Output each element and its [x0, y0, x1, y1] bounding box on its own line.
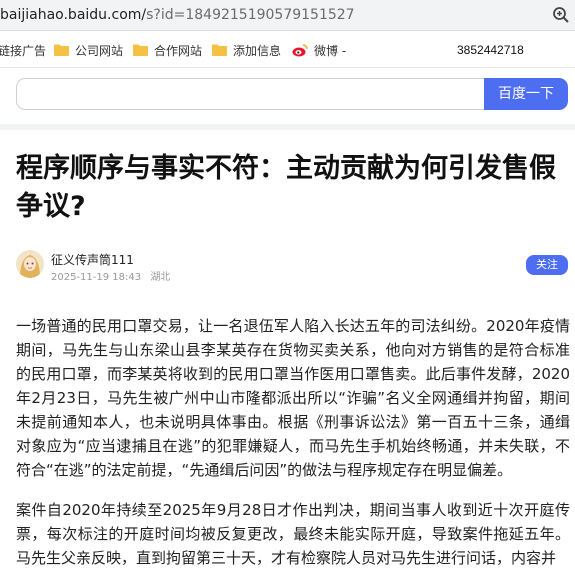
search-button[interactable]: 百度一下	[484, 78, 568, 110]
bookmark-item-add-info[interactable]: 添加信息	[212, 41, 281, 59]
bookmark-item-weibo[interactable]: 微博 -	[292, 41, 346, 59]
weibo-icon	[292, 44, 308, 57]
divider	[0, 124, 575, 130]
bookmarks-bar: 链接广告 公司网站 合作网站 添加信息 微博 - 3852442718	[0, 31, 575, 68]
article-paragraph: 一场普通的民用口罩交易，让一名退伍军人陷入长达五年的司法纠纷。2020年疫情期间…	[16, 317, 570, 479]
bookmark-label: 添加信息	[233, 43, 282, 58]
bookmark-label: 微博 -	[314, 43, 347, 58]
url-text[interactable]: baijiahao.baidu.com/s?id=184921519057915…	[0, 6, 355, 24]
article-meta: 2025-11-19 18:43 湖北	[51, 268, 176, 283]
bookmark-label: 公司网站	[75, 43, 124, 58]
url-path: s?id=1849215190579151527	[146, 7, 355, 23]
article-paragraph: 案件自2020年持续至2025年9月28日才作出判决，期间当事人收到近十次开庭传…	[16, 501, 570, 567]
publish-date: 2025-11-19 18:43	[51, 272, 142, 283]
search-bar: 百度一下	[0, 68, 575, 124]
bookmark-phone-text: 3852442718	[457, 43, 524, 57]
url-host: baijiahao.baidu.com/	[0, 7, 147, 23]
bookmark-label: 链接广告	[0, 43, 47, 58]
publish-location: 湖北	[150, 272, 171, 283]
folder-icon	[212, 44, 227, 56]
bookmark-item-company[interactable]: 公司网站	[54, 41, 123, 59]
bookmark-label: 合作网站	[154, 43, 203, 58]
avatar-image	[16, 250, 44, 278]
search-input[interactable]	[16, 78, 484, 110]
author-name[interactable]: 征义传声筒111	[51, 251, 134, 268]
folder-icon	[54, 44, 69, 56]
bookmark-item-ads[interactable]: 链接广告	[0, 41, 46, 59]
folder-icon	[133, 44, 148, 56]
address-bar[interactable]: baijiahao.baidu.com/s?id=184921519057915…	[0, 0, 575, 31]
article-title: 程序顺序与事实不符：主动贡献为何引发售假争议?	[16, 153, 556, 222]
bookmark-item-partners[interactable]: 合作网站	[133, 41, 202, 59]
avatar[interactable]	[16, 250, 44, 278]
zoom-icon[interactable]	[552, 6, 570, 24]
follow-button[interactable]: 关注	[526, 255, 568, 275]
